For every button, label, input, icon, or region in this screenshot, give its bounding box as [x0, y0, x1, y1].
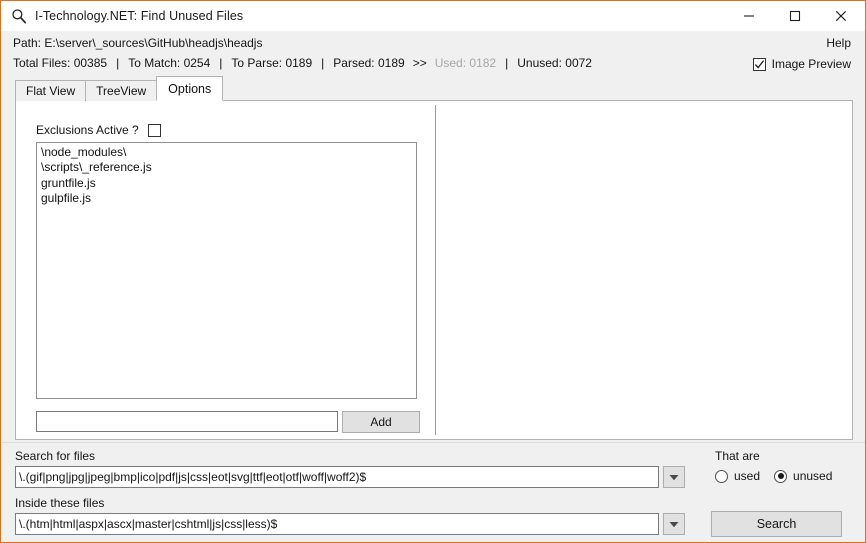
title-bar: I-Technology.NET: Find Unused Files [1, 1, 865, 31]
stats-line: Total Files: 00385 | To Match: 0254 | To… [13, 56, 592, 70]
magnifier-icon [11, 8, 27, 24]
used-label: Used: [434, 56, 467, 70]
radio-used[interactable]: used [715, 469, 760, 483]
inside-these-files-combo[interactable] [15, 513, 685, 535]
path-label: Path: E:\server\_sources\GitHub\headjs\h… [13, 36, 263, 50]
application-window: I-Technology.NET: Find Unused Files Path… [0, 0, 866, 543]
search-for-files-label: Search for files [15, 449, 96, 463]
to-match-value: 0254 [183, 56, 211, 70]
stat-separator: | [321, 56, 325, 70]
tab-strip: Flat View TreeView Options [15, 76, 224, 101]
to-match-label: To Match: [128, 56, 181, 70]
chevron-down-icon[interactable] [663, 466, 685, 488]
exclusions-active-checkbox[interactable] [147, 123, 161, 137]
image-preview-checkbox[interactable]: Image Preview [752, 57, 851, 71]
used-value: 0182 [469, 56, 497, 70]
radio-unused[interactable]: unused [774, 469, 832, 483]
stats-arrow: >> [412, 56, 427, 70]
image-preview-label: Image Preview [771, 57, 851, 71]
maximize-icon[interactable] [772, 1, 818, 31]
unused-label: Unused: [517, 56, 562, 70]
unused-value: 0072 [565, 56, 592, 70]
tab-label: Options [168, 81, 212, 96]
exclusion-input[interactable] [36, 411, 338, 432]
minimize-icon[interactable] [726, 1, 772, 31]
add-button[interactable]: Add [342, 411, 420, 433]
close-icon[interactable] [818, 1, 864, 31]
inside-these-files-input[interactable] [15, 513, 659, 535]
radio-circle-icon [715, 469, 728, 483]
exclusions-active-row: Exclusions Active ? [36, 123, 161, 137]
to-parse-value: 0189 [285, 56, 313, 70]
list-item[interactable]: gruntfile.js [41, 176, 412, 191]
window-title: I-Technology.NET: Find Unused Files [35, 9, 244, 23]
that-are-label: That are [715, 449, 760, 463]
search-for-files-input[interactable] [15, 466, 659, 488]
stat-separator: | [505, 56, 509, 70]
tab-flat-view[interactable]: Flat View [15, 80, 87, 101]
inside-these-files-label: Inside these files [15, 496, 105, 510]
exclusions-list[interactable]: \node_modules\ \scripts\_reference.js gr… [36, 142, 417, 399]
tab-label: TreeView [96, 84, 147, 98]
list-item[interactable]: \scripts\_reference.js [41, 160, 412, 175]
chevron-down-icon[interactable] [663, 513, 685, 535]
to-parse-label: To Parse: [231, 56, 283, 70]
that-are-radio-group: used unused [715, 469, 832, 483]
tab-treeview[interactable]: TreeView [85, 80, 158, 101]
total-files-label: Total Files: [13, 56, 71, 70]
radio-circle-selected-icon [774, 469, 788, 483]
panel-splitter[interactable] [435, 105, 436, 435]
total-files-value: 00385 [73, 56, 108, 70]
tab-options[interactable]: Options [156, 76, 224, 101]
tab-label: Flat View [26, 84, 76, 98]
parsed-label: Parsed: [333, 56, 375, 70]
exclusions-active-label: Exclusions Active ? [36, 123, 139, 137]
checkmark-icon [752, 57, 766, 71]
bottom-panel: Search for files Inside these files That… [2, 442, 865, 542]
stat-separator: | [219, 56, 223, 70]
header-bar: Path: E:\server\_sources\GitHub\headjs\h… [2, 31, 865, 77]
radio-used-label: used [734, 469, 761, 483]
stat-separator: | [116, 56, 120, 70]
search-button[interactable]: Search [711, 511, 842, 537]
image-preview-pane [437, 101, 852, 439]
options-tab-panel: Exclusions Active ? \node_modules\ \scri… [15, 100, 853, 440]
radio-unused-label: unused [793, 469, 833, 483]
list-item[interactable]: gulpfile.js [41, 191, 412, 206]
search-for-files-combo[interactable] [15, 466, 685, 488]
parsed-value: 0189 [377, 56, 405, 70]
list-item[interactable]: \node_modules\ [41, 145, 412, 160]
help-link[interactable]: Help [826, 36, 851, 50]
